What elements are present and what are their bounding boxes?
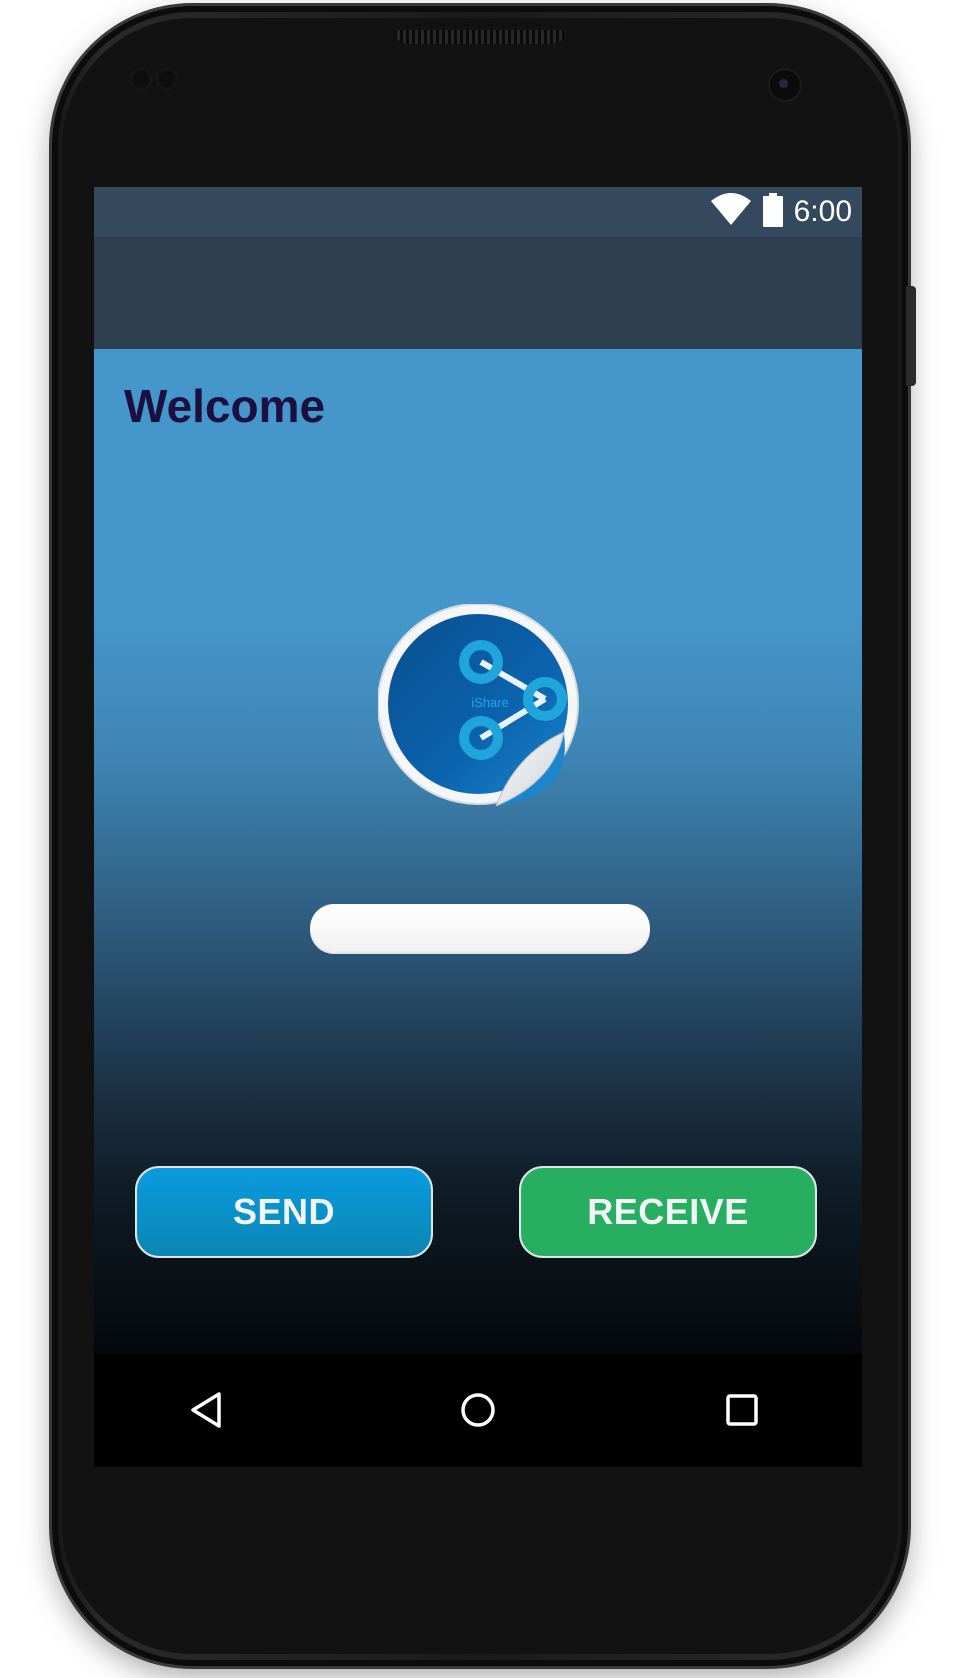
receive-button[interactable]: RECEIVE [519,1166,817,1258]
front-camera [770,70,800,100]
battery-icon [762,192,784,232]
phone-screen: 6:00 Welcome iShare SEND RECEIVE [94,187,862,1467]
back-icon[interactable] [179,1382,235,1438]
navigation-bar [94,1354,862,1467]
page-title: Welcome [124,380,326,432]
home-icon[interactable] [450,1382,506,1438]
proximity-sensor [130,68,152,90]
status-time: 6:00 [793,195,852,228]
status-indicators: 6:00 [710,187,852,237]
power-button [906,286,916,386]
wifi-icon [710,192,752,232]
text-input[interactable] [310,904,650,954]
logo-text: iShare [471,695,509,710]
status-bar: 6:00 [94,187,862,237]
app-toolbar [94,237,862,349]
send-button[interactable]: SEND [135,1166,433,1258]
main-content: Welcome iShare SEND RECEIVE [94,349,862,1354]
earpiece-speaker [394,30,566,44]
recents-icon[interactable] [714,1382,770,1438]
light-sensor [156,68,178,90]
ishare-logo-icon[interactable]: iShare [377,603,580,807]
